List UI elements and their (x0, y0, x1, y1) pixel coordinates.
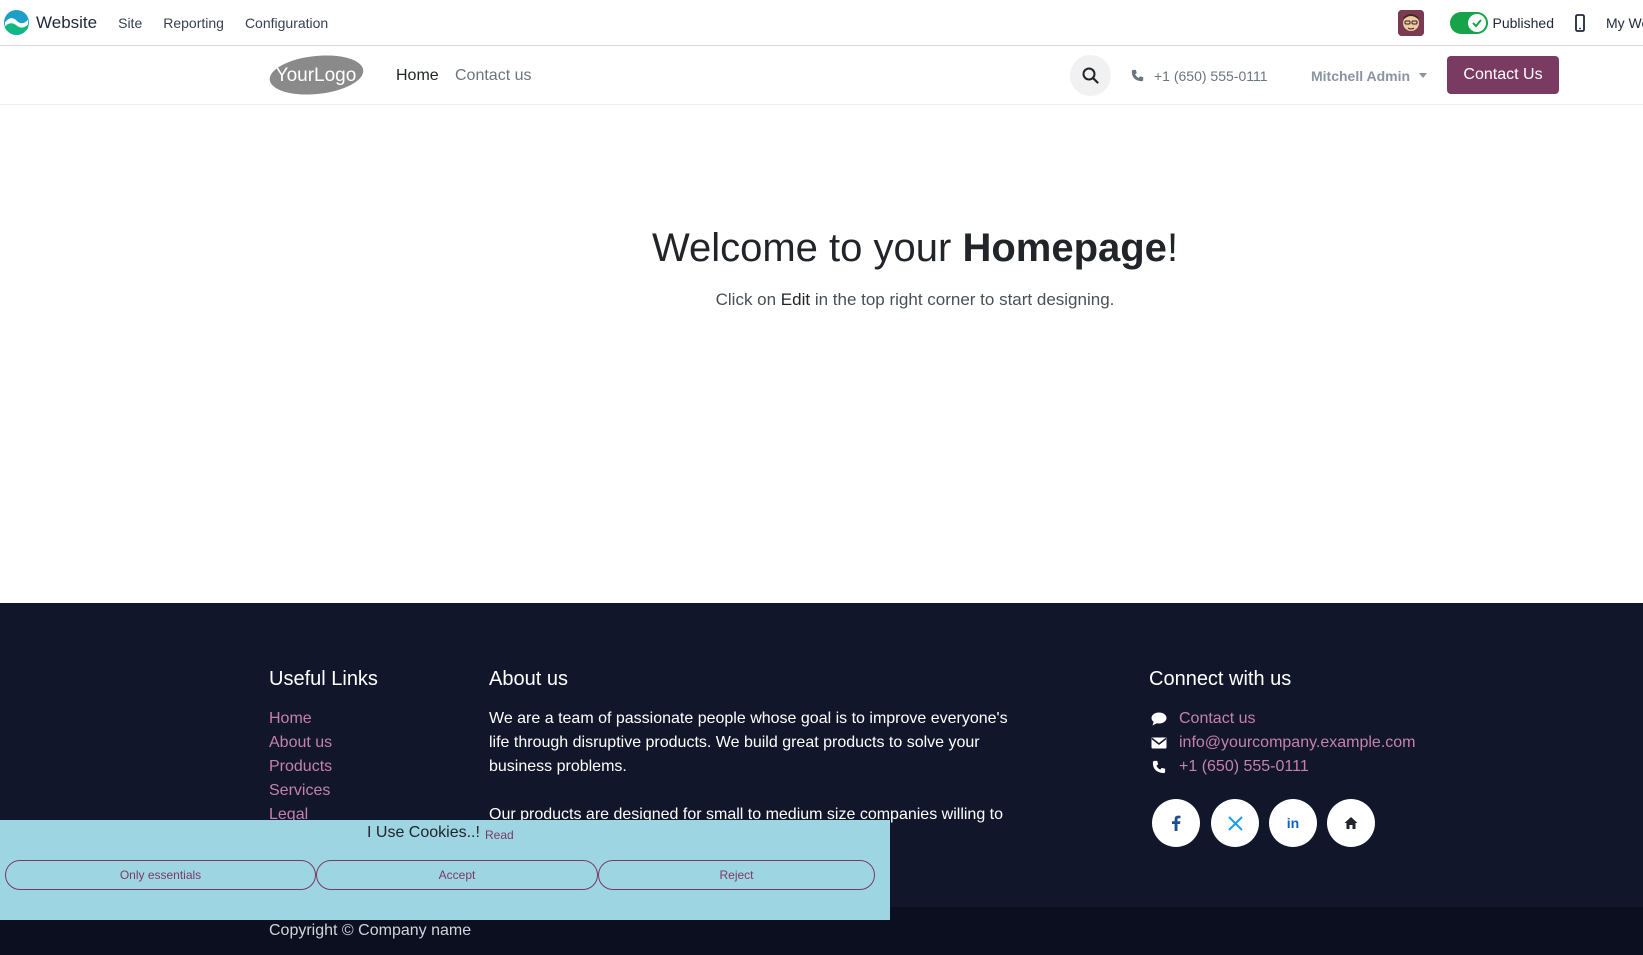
header-phone[interactable]: +1 (650) 555-0111 (1131, 46, 1268, 105)
cookie-reject-button[interactable]: Reject (598, 860, 875, 890)
connect-contact-us[interactable]: Contact us (1151, 710, 1255, 728)
about-us-line-1: We are a team of passionate people whose… (489, 710, 1008, 727)
connect-email-label: info@yourcompany.example.com (1179, 734, 1416, 751)
x-twitter-icon (1227, 815, 1243, 831)
backend-navbar: Website Site Reporting Configuration Pub… (0, 0, 1643, 46)
about-us-line-3: business problems. (489, 758, 627, 775)
footer-link-about[interactable]: About us (269, 734, 332, 752)
connect-contact-us-label: Contact us (1179, 710, 1256, 727)
connect-title: Connect with us (1149, 668, 1292, 690)
cookie-title: I Use Cookies..! (367, 824, 480, 841)
social-linkedin[interactable]: in (1269, 799, 1317, 847)
hero-title: Welcome to your Homepage! (651, 226, 1179, 270)
contact-us-button[interactable]: Contact Us (1447, 56, 1559, 94)
envelope-icon (1151, 737, 1167, 749)
connect-phone[interactable]: +1 (650) 555-0111 (1151, 758, 1309, 776)
nav-contact-us[interactable]: Contact us (455, 46, 531, 105)
published-toggle[interactable] (1449, 12, 1488, 34)
hero-subtitle: Click on Edit in the top right corner to… (715, 290, 1115, 309)
footer-link-products[interactable]: Products (269, 758, 332, 776)
facebook-icon (1172, 815, 1181, 831)
connect-phone-label: +1 (650) 555-0111 (1179, 758, 1309, 775)
footer-link-home[interactable]: Home (269, 710, 312, 728)
logo-text: YourLogo (276, 65, 357, 86)
avatar-face-icon (1397, 10, 1424, 36)
useful-links-title: Useful Links (269, 668, 378, 690)
phone-icon (1152, 760, 1166, 774)
cookie-only-essentials-button[interactable]: Only essentials (5, 860, 316, 890)
search-icon (1082, 67, 1099, 84)
toggle-knob (1467, 14, 1486, 32)
menu-configuration[interactable]: Configuration (245, 15, 328, 31)
social-facebook[interactable] (1152, 799, 1200, 847)
about-us-title: About us (489, 668, 568, 690)
user-name: Mitchell Admin (1311, 67, 1411, 84)
about-us-line-2: life through disruptive products. We bui… (489, 734, 980, 751)
published-label: Published (1492, 15, 1555, 31)
phone-icon (1131, 69, 1144, 82)
cookie-accept-button[interactable]: Accept (316, 860, 598, 890)
company-logo[interactable]: YourLogo (268, 54, 365, 96)
comment-icon (1151, 712, 1167, 726)
website-switcher[interactable]: My Website (1606, 15, 1643, 31)
app-name: Website (36, 12, 98, 32)
chevron-down-icon (1419, 73, 1428, 78)
home-icon (1344, 817, 1358, 829)
website-app-icon (3, 9, 30, 36)
app-brand[interactable]: Website (3, 9, 97, 36)
nav-home[interactable]: Home (396, 46, 439, 105)
menu-site[interactable]: Site (118, 15, 142, 31)
linkedin-icon: in (1287, 815, 1299, 831)
svg-text:in: in (1287, 815, 1299, 831)
user-menu[interactable]: Mitchell Admin (1311, 46, 1428, 105)
check-icon (1471, 19, 1482, 28)
user-avatar[interactable] (1397, 10, 1424, 36)
menu-reporting[interactable]: Reporting (163, 15, 224, 31)
cookie-bar: I Use Cookies..! Read Only essentials Ac… (0, 820, 890, 920)
header-phone-number: +1 (650) 555-0111 (1154, 67, 1268, 84)
mobile-preview-icon[interactable] (1574, 14, 1586, 32)
search-button[interactable] (1070, 55, 1111, 96)
cookie-read-link[interactable]: Read (485, 828, 514, 842)
website-header: YourLogo Home Contact us +1 (650) 555-01… (0, 46, 1643, 105)
social-home[interactable] (1327, 799, 1375, 847)
social-x[interactable] (1211, 799, 1259, 847)
footer-link-services[interactable]: Services (269, 782, 330, 800)
connect-email[interactable]: info@yourcompany.example.com (1151, 734, 1416, 752)
navbar-right: Published My Website (1397, 0, 1643, 46)
